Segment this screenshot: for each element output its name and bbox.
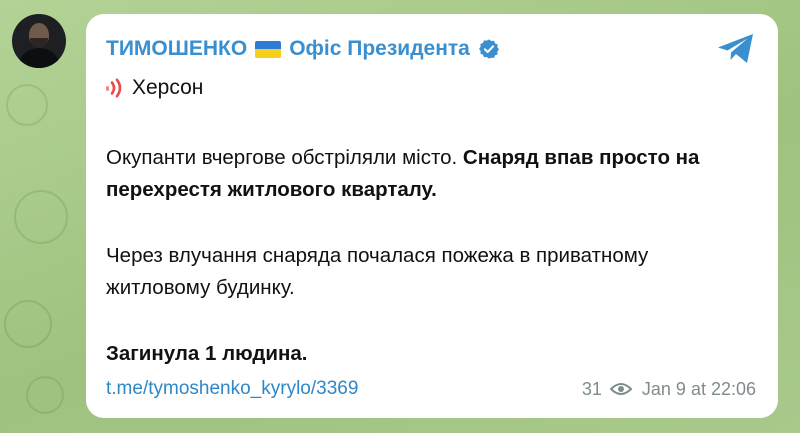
ukraine-flag-icon xyxy=(255,40,282,58)
message-header: ТИМОШЕНКО Офіс Президента xyxy=(106,34,500,64)
message-footer: t.me/tymoshenko_kyrylo/3369 31 Jan 9 at … xyxy=(106,374,756,404)
post-title: Херсон xyxy=(132,76,204,99)
channel-name-main[interactable]: ТИМОШЕНКО xyxy=(106,37,247,60)
channel-name[interactable]: ТИМОШЕНКО Офіс Президента xyxy=(106,37,470,61)
verified-badge-icon xyxy=(478,39,499,59)
paragraph-3: Загинула 1 людина. xyxy=(106,342,308,365)
post-link[interactable]: t.me/tymoshenko_kyrylo/3369 xyxy=(106,378,358,400)
background-doodle xyxy=(14,190,68,244)
eye-icon xyxy=(609,383,632,395)
message-meta: 31 Jan 9 at 22:06 xyxy=(582,379,756,400)
avatar-beard xyxy=(30,38,48,48)
channel-avatar[interactable] xyxy=(12,14,66,68)
background-doodle xyxy=(26,376,64,414)
background-doodle xyxy=(6,84,48,126)
title-row: Херсон xyxy=(106,76,203,100)
paragraph-1: Окупанти вчергове обстріляли місто. Снар… xyxy=(106,142,778,206)
message-bubble: ТИМОШЕНКО Офіс Президента Херсон Окупанти… xyxy=(86,14,778,418)
avatar-body xyxy=(17,48,61,68)
paragraph-1-regular: Окупанти вчергове обстріляли місто. xyxy=(106,146,463,169)
background-doodle xyxy=(4,300,52,348)
message-timestamp: Jan 9 at 22:06 xyxy=(641,378,756,399)
telegram-share-icon[interactable] xyxy=(716,32,756,66)
broadcast-signal-icon xyxy=(106,78,122,98)
views-count: 31 xyxy=(581,378,602,399)
channel-name-suffix[interactable]: Офіс Президента xyxy=(289,37,470,60)
paragraph-2: Через влучання снаряда почалася пожежа в… xyxy=(106,244,649,299)
